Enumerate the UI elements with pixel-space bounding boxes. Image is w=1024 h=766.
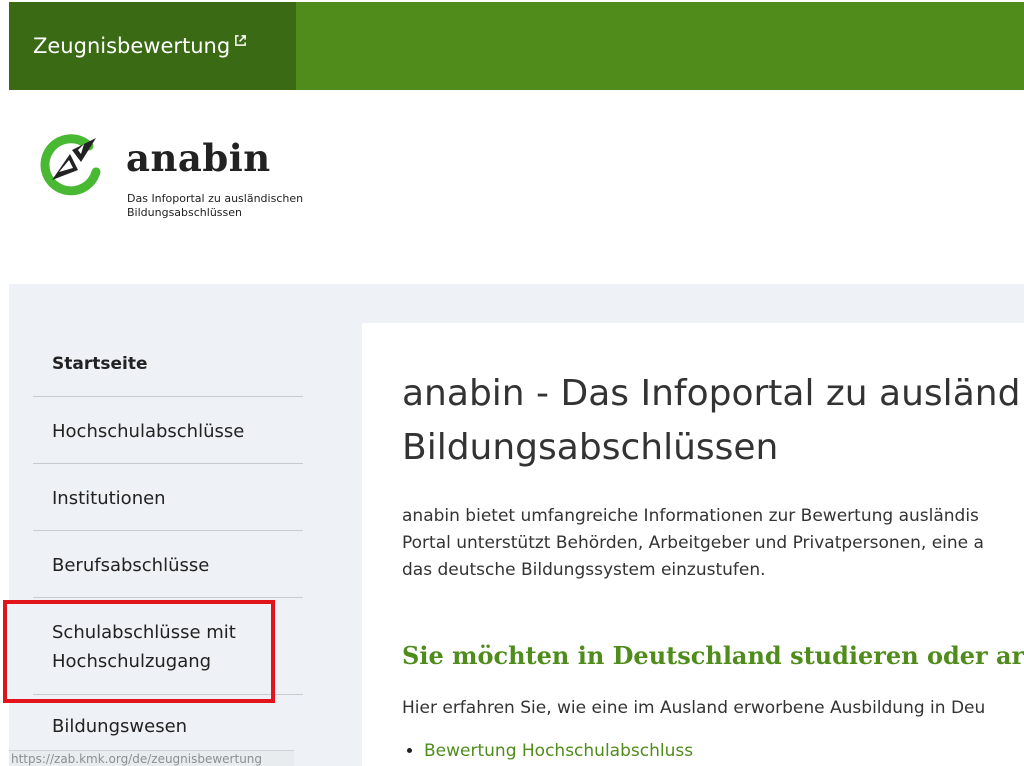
sidebar-item-bildungswesen[interactable]: Bildungswesen — [33, 695, 303, 755]
section-heading: Sie möchten in Deutschland studieren ode… — [402, 641, 1024, 670]
intro-line3: das deutsche Bildungssystem einzustufen. — [402, 560, 766, 580]
zeugnisbewertung-tab[interactable]: Zeugnisbewertung — [9, 2, 296, 90]
list-item: Bewertung Hochschulabschluss — [424, 741, 693, 761]
logo-tagline-line2: Bildungsabschlüssen — [127, 206, 243, 219]
logo-tagline-line1: Das Infoportal zu ausländischen — [127, 192, 304, 205]
top-bar: Zeugnisbewertung — [9, 2, 1024, 90]
compass-logo-icon — [40, 134, 101, 196]
intro-paragraph: anabin bietet umfangreiche Informationen… — [402, 503, 1024, 584]
intro-line1: anabin bietet umfangreiche Informationen… — [402, 506, 979, 526]
page-title-line1: anabin - Das Infoportal zu ausländ — [402, 373, 1021, 414]
page-title: anabin - Das Infoportal zu ausländ Bildu… — [402, 367, 1024, 475]
external-link-icon — [235, 34, 247, 46]
sidebar-item-startseite[interactable]: Startseite — [33, 330, 303, 397]
zeugnisbewertung-label: Zeugnisbewertung — [33, 34, 231, 58]
status-bar-url: https://zab.kmk.org/de/zeugnisbewertung — [9, 750, 294, 766]
link-list: Bewertung Hochschulabschluss — [402, 741, 693, 761]
anabin-logo-link[interactable]: anabin Das Infoportal zu ausländischen B… — [34, 128, 354, 228]
main-panel: anabin - Das Infoportal zu ausländ Bildu… — [362, 323, 1024, 766]
logo-wordmark: anabin — [126, 136, 271, 180]
logo-tagline: Das Infoportal zu ausländischen Bildungs… — [127, 192, 347, 220]
sidebar-item-institutionen[interactable]: Institutionen — [33, 464, 303, 531]
sidebar-item-berufsabschluesse[interactable]: Berufsabschlüsse — [33, 531, 303, 598]
section-text: Hier erfahren Sie, wie eine im Ausland e… — [402, 698, 986, 718]
bewertung-hochschulabschluss-link[interactable]: Bewertung Hochschulabschluss — [424, 741, 693, 761]
page: Zeugnisbewertung anabin Das Infoportal z… — [0, 0, 1024, 766]
page-title-line2: Bildungsabschlüssen — [402, 427, 779, 468]
intro-line2: Portal unterstützt Behörden, Arbeitgeber… — [402, 533, 984, 553]
sidebar-item-hochschulabschluesse[interactable]: Hochschulabschlüsse — [33, 397, 303, 464]
highlight-box — [3, 600, 275, 703]
